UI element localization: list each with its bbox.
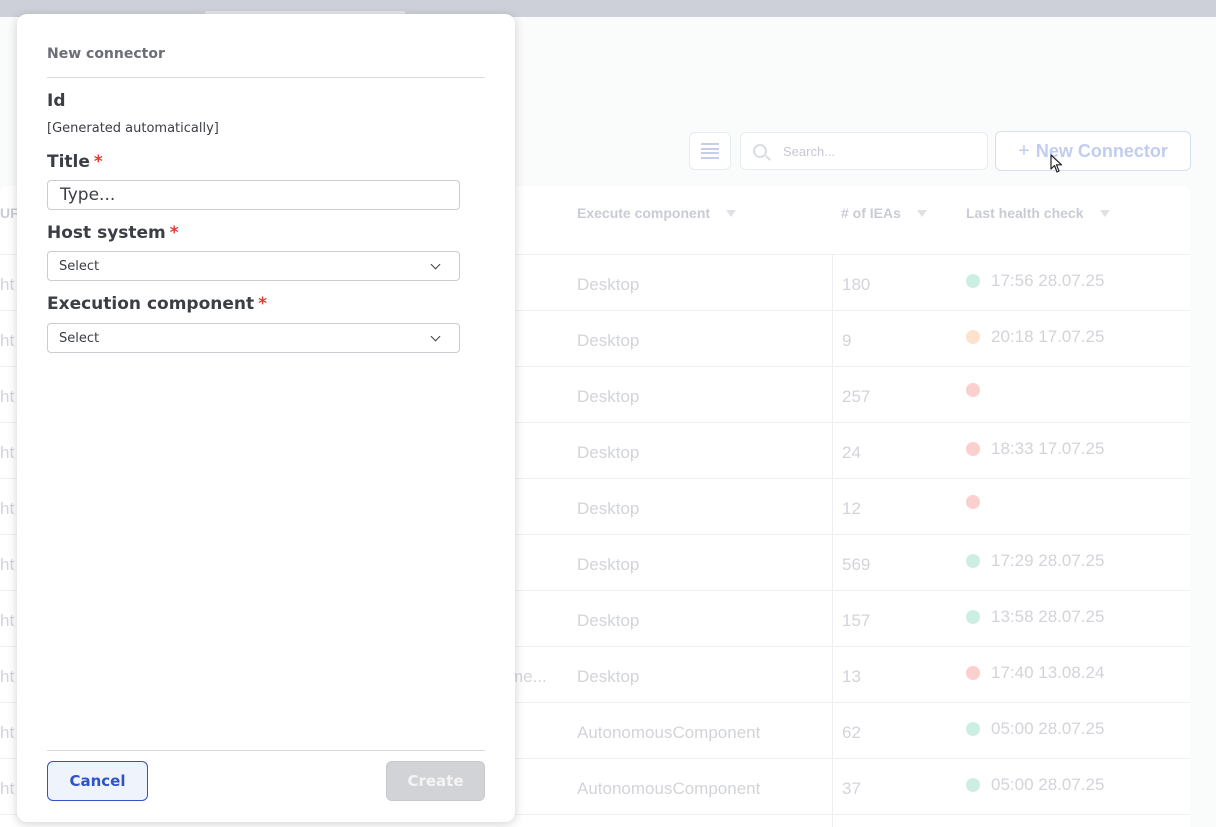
title-input[interactable] (47, 180, 460, 210)
host-system-label: Host system * (47, 223, 179, 243)
column-header-last-health-check[interactable]: Last health check (966, 205, 1110, 221)
cell-last-health-check: 05:00 28.07.25 (966, 775, 1104, 795)
cell-execute-component: Desktop (577, 611, 640, 630)
cell-execute-component: Desktop (577, 331, 640, 350)
cell-url: ht (0, 387, 15, 406)
filter-icon[interactable] (726, 209, 737, 217)
cell-url: ht (0, 611, 15, 630)
column-header-url[interactable]: UF (0, 205, 19, 221)
cell-last-health-check: 20:18 17.07.25 (966, 327, 1104, 347)
health-check-time: 17:56 28.07.25 (991, 271, 1105, 290)
list-view-icon (701, 143, 719, 159)
cancel-button[interactable]: Cancel (47, 761, 148, 801)
status-dot-icon (966, 495, 980, 509)
search-box[interactable] (740, 132, 988, 170)
title-label: Title * (47, 152, 103, 172)
id-value: [Generated automatically] (47, 121, 219, 136)
cell-execute-component: Desktop (577, 499, 640, 518)
status-dot-icon (966, 722, 980, 736)
cell-url: ht (0, 779, 15, 798)
search-input[interactable] (783, 143, 963, 159)
health-check-time: 20:18 17.07.25 (991, 327, 1105, 346)
required-mark: * (169, 223, 179, 243)
cell-execute-component: AutonomousComponent (577, 723, 761, 742)
execution-component-select-value: Select (59, 330, 100, 346)
cell-last-health-check (966, 383, 991, 397)
cell-ieas: 257 (842, 387, 871, 406)
divider (47, 77, 485, 78)
column-header-ieas[interactable]: # of IEAs (841, 205, 927, 221)
health-check-time: 17:40 13.08.24 (991, 663, 1105, 682)
health-check-time: 05:00 28.07.25 (991, 775, 1105, 794)
cell-url: ht (0, 443, 15, 462)
status-dot-icon (966, 330, 980, 344)
cell-last-health-check: 13:58 28.07.25 (966, 607, 1104, 627)
cell-execute-component: Desktop (577, 443, 640, 462)
status-dot-icon (966, 383, 980, 397)
cell-last-health-check: 17:56 28.07.25 (966, 271, 1104, 291)
filter-icon[interactable] (916, 209, 927, 217)
list-view-button[interactable] (689, 132, 731, 170)
mouse-cursor-icon (1050, 154, 1063, 173)
cell-url: ht (0, 275, 15, 294)
cell-execute-component: Desktop (577, 275, 640, 294)
status-dot-icon (966, 610, 980, 624)
execution-component-select[interactable]: Select (47, 323, 460, 353)
cell-ieas: 12 (842, 499, 861, 518)
cell-execute-component: AutonomousComponent (577, 779, 761, 798)
cell-url: ht (0, 331, 15, 350)
cell-ieas: 62 (842, 723, 861, 742)
cell-execute-component: Desktop (577, 555, 640, 574)
health-check-time: 13:58 28.07.25 (991, 607, 1105, 626)
host-system-select-value: Select (59, 258, 100, 274)
cell-ieas: 24 (842, 443, 861, 462)
status-dot-icon (966, 442, 980, 456)
cell-ieas: 9 (842, 331, 852, 350)
id-label: Id (47, 91, 66, 111)
cell-url: ht (0, 667, 15, 686)
cell-ieas: 37 (842, 779, 861, 798)
cell-ieas: 13 (842, 667, 861, 686)
search-icon (753, 144, 767, 158)
required-mark: * (93, 152, 103, 172)
cell-url: ht (0, 723, 15, 742)
status-dot-icon (966, 778, 980, 792)
cell-last-health-check (966, 495, 991, 509)
cell-last-health-check: 17:40 13.08.24 (966, 663, 1104, 683)
host-system-select[interactable]: Select (47, 251, 460, 281)
execution-component-label: Execution component * (47, 294, 268, 314)
cell-ieas: 180 (842, 275, 871, 294)
divider (47, 750, 485, 751)
cell-url: ht (0, 555, 15, 574)
cell-execute-component: Desktop (577, 387, 640, 406)
cell-last-health-check: 18:33 17.07.25 (966, 439, 1104, 459)
status-dot-icon (966, 274, 980, 288)
create-button[interactable]: Create (386, 761, 485, 801)
cell-ieas: 157 (842, 611, 871, 630)
dialog-title: New connector (47, 46, 165, 62)
status-dot-icon (966, 666, 980, 680)
chevron-down-icon (430, 331, 441, 342)
cell-last-health-check: 05:00 28.07.25 (966, 719, 1104, 739)
new-connector-button[interactable]: + New Connector (995, 131, 1191, 171)
filter-icon[interactable] (1099, 209, 1110, 217)
health-check-time: 18:33 17.07.25 (991, 439, 1105, 458)
status-dot-icon (966, 554, 980, 568)
cell-last-health-check: 17:29 28.07.25 (966, 551, 1104, 571)
new-connector-dialog: New connector Id [Generated automaticall… (17, 14, 515, 822)
required-mark: * (258, 294, 268, 314)
cell-ieas: 569 (842, 555, 871, 574)
cell-execute-component: Desktop (577, 667, 640, 686)
health-check-time: 05:00 28.07.25 (991, 719, 1105, 738)
chevron-down-icon (430, 259, 441, 270)
plus-icon: + (1018, 139, 1030, 162)
cell-url: ht (0, 499, 15, 518)
column-header-execute-component[interactable]: Execute component (577, 205, 737, 221)
health-check-time: 17:29 28.07.25 (991, 551, 1105, 570)
